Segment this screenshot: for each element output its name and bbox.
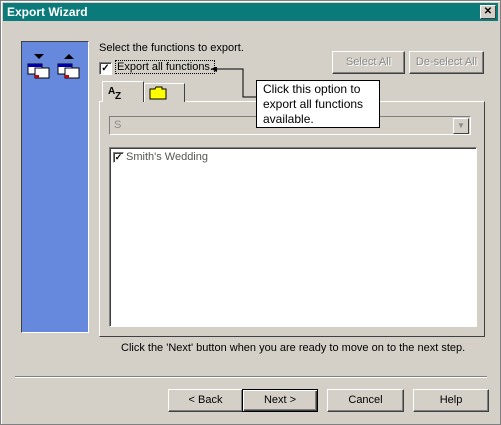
help-button[interactable]: Help [413, 389, 489, 412]
filter-value: S [114, 119, 122, 131]
chevron-down-icon[interactable]: ▼ [453, 118, 469, 134]
separator [15, 376, 487, 378]
back-button[interactable]: < Back [168, 389, 243, 412]
folder-icon [149, 86, 167, 100]
list-item[interactable]: ✓ Smith's Wedding [113, 151, 208, 163]
export-all-checkbox[interactable]: ✓ [99, 62, 112, 75]
title-bar[interactable]: Export Wizard ✕ [3, 3, 498, 21]
back-label: < Back [188, 394, 223, 406]
list-item-label: Smith's Wedding [126, 151, 208, 163]
close-icon: ✕ [483, 6, 493, 17]
list-item-checkbox[interactable]: ✓ [113, 151, 124, 163]
tab-folders[interactable] [144, 83, 185, 102]
next-label: Next > [263, 394, 297, 406]
help-label: Help [439, 394, 463, 406]
next-button[interactable]: Next > [242, 389, 318, 412]
export-up-icon [57, 54, 80, 79]
window-title: Export Wizard [7, 5, 88, 19]
wizard-side-panel [21, 41, 89, 333]
sort-az-icon: A Z [108, 86, 121, 100]
close-button[interactable]: ✕ [480, 5, 496, 19]
functions-list[interactable]: ✓ Smith's Wedding [109, 147, 477, 327]
tooltip-callout: Click this option to export all function… [256, 80, 380, 128]
export-all-label[interactable]: Export all functions. [115, 60, 215, 74]
svg-text:Z: Z [115, 91, 121, 100]
cancel-button[interactable]: Cancel [327, 389, 404, 412]
tab-alphabetical[interactable]: A Z [102, 81, 144, 102]
select-all-label: Select All [345, 56, 392, 68]
export-wizard-window: Export Wizard ✕ Select the functions to … [0, 0, 501, 425]
select-all-button[interactable]: Select All [332, 51, 405, 74]
export-down-icon [27, 54, 50, 79]
deselect-all-label: De-select All [415, 56, 478, 68]
deselect-all-button[interactable]: De-select All [409, 51, 484, 74]
instruction-text: Select the functions to export. [99, 42, 244, 54]
cancel-label: Cancel [348, 394, 383, 406]
footer-hint: Click the 'Next' button when you are rea… [121, 342, 466, 354]
